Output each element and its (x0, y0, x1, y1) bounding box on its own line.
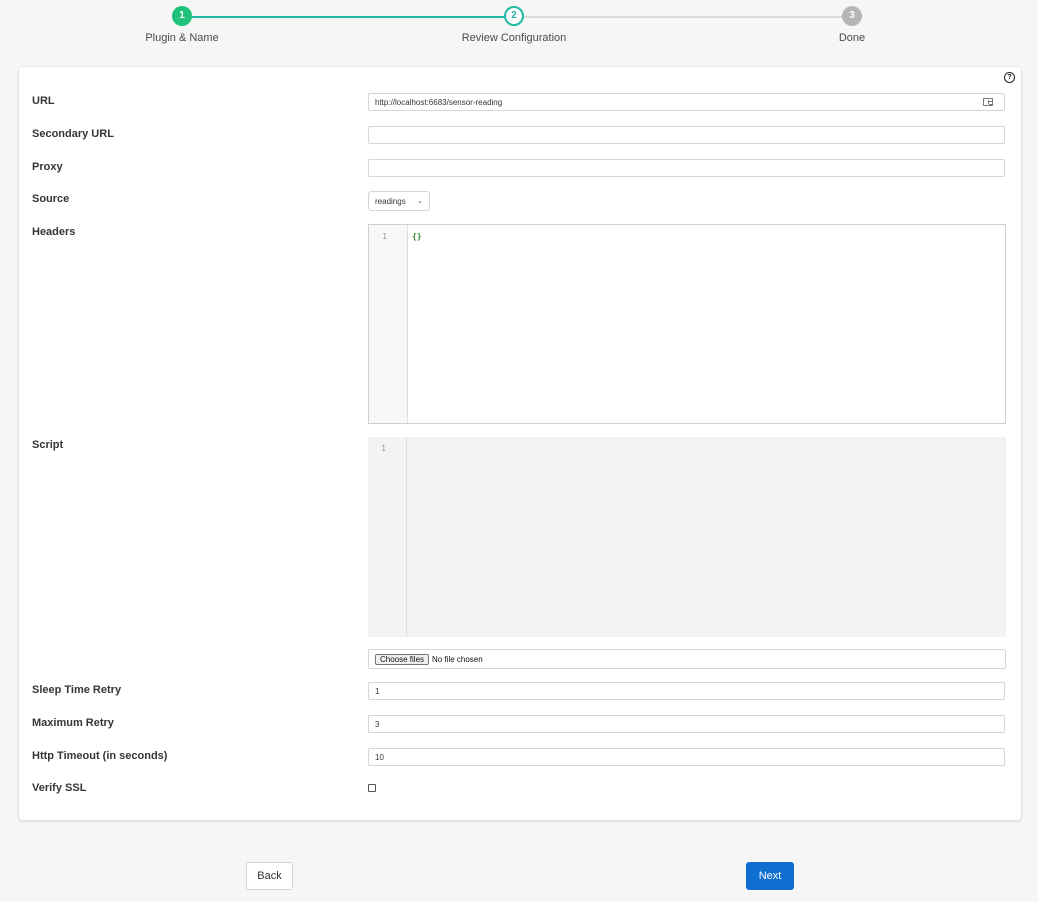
headers-code-text: {} (412, 232, 422, 241)
headers-line-number: 1 (382, 232, 387, 241)
url-value: http://localhost:6683/sensor-reading (375, 98, 503, 107)
secondary-url-label: Secondary URL (32, 128, 114, 140)
verify-ssl-label: Verify SSL (32, 782, 87, 794)
script-editor-gutter: 1 (368, 437, 407, 637)
address-card-icon[interactable] (983, 98, 993, 106)
step-1-indicator: 1 (172, 6, 192, 26)
choose-files-button[interactable]: Choose files (375, 654, 430, 665)
http-timeout-label: Http Timeout (in seconds) (32, 750, 168, 762)
step-1-label: Plugin & Name (145, 32, 219, 44)
question-circle-icon[interactable]: ? (1004, 72, 1015, 83)
verify-ssl-checkbox[interactable] (368, 784, 376, 792)
url-input[interactable]: http://localhost:6683/sensor-reading (368, 93, 1005, 111)
step-connector-complete (182, 16, 514, 18)
source-value: readings (375, 197, 406, 206)
step-2-indicator: 2 (504, 6, 524, 26)
file-status-text: No file chosen (432, 655, 483, 664)
proxy-input[interactable] (368, 159, 1005, 177)
step-3-indicator: 3 (842, 6, 862, 26)
headers-label: Headers (32, 226, 76, 238)
source-select[interactable]: readings ⌄ (368, 191, 430, 211)
next-button[interactable]: Next (746, 862, 794, 890)
proxy-label: Proxy (32, 161, 63, 173)
maximum-retry-input[interactable]: 3 (368, 715, 1005, 733)
wizard-stepper: 1 Plugin & Name 2 Review Configuration 3… (0, 0, 1038, 60)
script-file-upload: Choose files No file chosen (368, 649, 1006, 669)
script-line-number: 1 (381, 444, 386, 453)
back-button[interactable]: Back (246, 862, 293, 890)
source-label: Source (32, 193, 70, 205)
sleep-time-retry-input[interactable]: 1 (368, 682, 1005, 700)
step-connector-pending (514, 16, 852, 18)
sleep-time-retry-label: Sleep Time Retry (32, 684, 122, 696)
configuration-card: ? URL http://localhost:6683/sensor-readi… (19, 67, 1021, 820)
step-1-number: 1 (179, 10, 185, 21)
secondary-url-input[interactable] (368, 126, 1005, 144)
step-3-label: Done (838, 32, 866, 44)
url-label: URL (32, 95, 55, 107)
http-timeout-input[interactable]: 10 (368, 748, 1005, 766)
step-2-label: Review Configuration (461, 32, 567, 44)
step-3-number: 3 (849, 10, 855, 21)
script-label: Script (32, 439, 64, 451)
headers-editor-gutter: 1 (369, 225, 408, 423)
step-2-number: 2 (511, 10, 517, 21)
chevron-down-icon: ⌄ (417, 198, 423, 205)
headers-code-editor[interactable]: 1 {} (368, 224, 1006, 424)
maximum-retry-label: Maximum Retry (32, 717, 114, 729)
script-code-editor[interactable]: 1 (368, 437, 1006, 637)
